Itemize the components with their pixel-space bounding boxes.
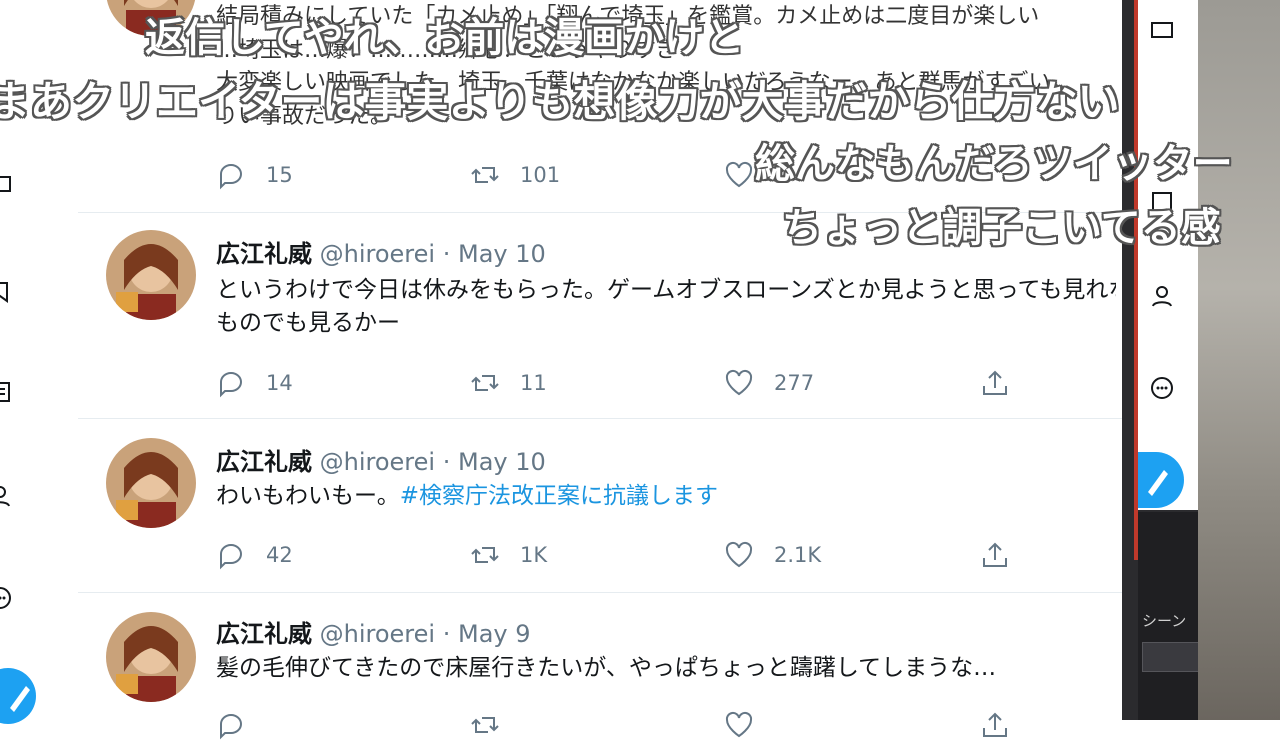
reply-icon — [220, 372, 242, 398]
reply-icon — [220, 544, 242, 570]
tweet-text-line: 髪の毛伸びてきたので床屋行きたいが、やっぱちょっと躊躇してしまうな… — [216, 655, 997, 681]
more-icon[interactable] — [1150, 376, 1174, 404]
compose-button[interactable] — [0, 668, 36, 724]
avatar[interactable] — [106, 230, 196, 320]
reply-button[interactable]: 15 — [216, 160, 293, 190]
tweet-text-line: ものでも見るかー — [216, 310, 400, 336]
overlay-comment: 総んなもんだろツイッター — [755, 141, 1233, 187]
retweet-button[interactable]: 11 — [470, 368, 547, 398]
reply-count: 14 — [266, 371, 293, 395]
like-icon — [725, 369, 753, 396]
avatar[interactable] — [106, 612, 196, 702]
separator: · — [442, 448, 451, 476]
retweet-button[interactable] — [470, 710, 520, 740]
mail-icon[interactable] — [1150, 18, 1174, 46]
profile-icon[interactable] — [1150, 284, 1174, 312]
like-icon — [725, 711, 753, 738]
profile-icon[interactable] — [0, 484, 12, 508]
overlay-comment: ちょっと調子こいてる感 — [782, 205, 1221, 251]
author-handle[interactable]: @hiroerei — [320, 240, 435, 268]
retweet-icon — [471, 167, 499, 183]
compose-icon — [1148, 470, 1168, 496]
tweet-actions — [216, 710, 1016, 740]
author-handle[interactable]: @hiroerei — [320, 448, 435, 476]
lists-icon[interactable] — [0, 380, 12, 404]
bookmark-icon[interactable] — [0, 280, 12, 304]
tweet-text: というわけで今日は休みをもらった。ゲームオブスローンズとか見ようと思っても見れな… — [216, 274, 1116, 340]
compose-button[interactable] — [1138, 452, 1184, 508]
avatar[interactable] — [106, 438, 196, 528]
divider — [1134, 0, 1138, 560]
streaming-panel: シーン — [1122, 0, 1280, 720]
retweet-count: 1K — [520, 543, 548, 567]
reply-button[interactable] — [216, 710, 266, 740]
like-icon — [725, 161, 753, 188]
share-icon — [983, 712, 1007, 737]
like-count: 277 — [774, 371, 815, 395]
retweet-icon — [471, 717, 499, 733]
retweet-icon — [471, 547, 499, 563]
scene-item[interactable] — [1142, 642, 1200, 672]
author-name[interactable]: 広江礼威 — [216, 448, 312, 476]
separator: · — [442, 620, 451, 648]
tweet[interactable]: 広江礼威 @hiroerei · May 9 髪の毛伸びてきたので床屋行きたいが… — [78, 592, 1122, 740]
compose-icon — [10, 686, 30, 712]
tweet-header: 広江礼威 @hiroerei · May 10 — [216, 442, 546, 477]
tweet[interactable]: 広江礼威 @hiroerei · May 10 わいもわいもー。#検察庁法改正案… — [78, 418, 1122, 593]
reply-count: 15 — [266, 163, 293, 187]
like-count: 2.1K — [774, 543, 822, 567]
webcam-feed — [1198, 0, 1280, 720]
separator: · — [442, 240, 451, 268]
reply-button[interactable]: 14 — [216, 368, 293, 398]
tweet-text: 髪の毛伸びてきたので床屋行きたいが、やっぱちょっと躊躇してしまうな… — [216, 652, 1116, 685]
tweet-date[interactable]: May 9 — [458, 620, 531, 648]
overlay-comment: 返信してやれ、お前は漫画かけと — [145, 15, 745, 61]
reply-icon — [220, 714, 242, 740]
share-button[interactable] — [980, 368, 1030, 398]
like-button[interactable]: 277 — [724, 368, 814, 398]
like-icon — [725, 541, 753, 568]
mail-icon[interactable] — [0, 172, 12, 196]
tweet-date[interactable]: May 10 — [458, 448, 546, 476]
tweet-header: 広江礼威 @hiroerei · May 10 — [216, 234, 546, 269]
overlay-comment: まあクリエイターは事実よりも想像力が大事だから仕方ない — [0, 77, 1120, 126]
share-button[interactable] — [980, 540, 1030, 570]
more-icon[interactable] — [0, 586, 12, 610]
retweet-button[interactable]: 101 — [470, 160, 560, 190]
share-icon — [983, 542, 1007, 567]
author-name[interactable]: 広江礼威 — [216, 620, 312, 648]
tweet-text-line: というわけで今日は休みをもらった。ゲームオブスローンズとか見ようと思っても見れな… — [216, 277, 1116, 303]
share-icon — [983, 370, 1007, 395]
tweet-actions: 14 11 277 — [216, 368, 1016, 398]
retweet-icon — [471, 375, 499, 391]
author-handle[interactable]: @hiroerei — [320, 620, 435, 648]
reply-icon — [220, 164, 242, 190]
tweet-text-line: わいもわいもー。 — [216, 483, 400, 509]
tweet-date[interactable]: May 10 — [458, 240, 546, 268]
tweet-actions: 42 1K 2.1K — [216, 540, 1016, 570]
tweet-header: 広江礼威 @hiroerei · May 9 — [216, 614, 531, 649]
like-button[interactable] — [724, 710, 774, 740]
like-button[interactable]: 2.1K — [724, 540, 821, 570]
reply-button[interactable]: 42 — [216, 540, 293, 570]
hashtag-link[interactable]: #検察庁法改正案に抗議します — [400, 483, 718, 509]
scene-label: シーン — [1142, 612, 1187, 630]
secondary-twitter-sidebar — [1138, 0, 1200, 510]
share-button[interactable] — [980, 710, 1030, 740]
retweet-count: 11 — [520, 371, 547, 395]
retweet-count: 101 — [520, 163, 561, 187]
retweet-button[interactable]: 1K — [470, 540, 547, 570]
reply-count: 42 — [266, 543, 293, 567]
tweet-text: わいもわいもー。#検察庁法改正案に抗議します — [216, 480, 1116, 513]
author-name[interactable]: 広江礼威 — [216, 240, 312, 268]
